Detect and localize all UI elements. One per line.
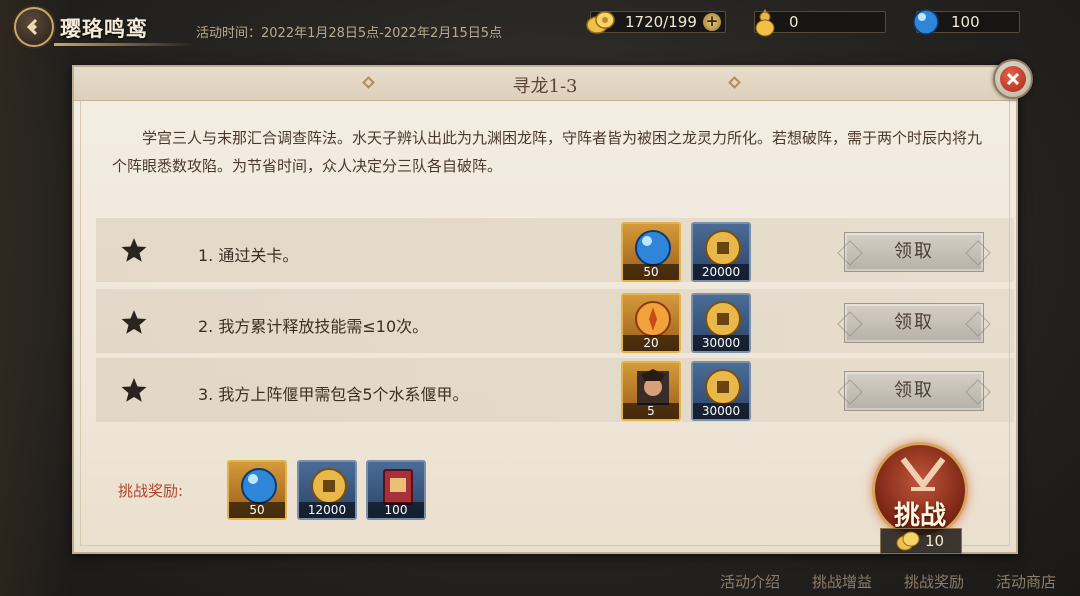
- gourd-icon: [755, 9, 775, 37]
- star-icon: [121, 238, 147, 262]
- event-time: 活动时间：2022年1月28日5点-2022年2月15日5点: [196, 26, 503, 41]
- story-text: 学宫三人与末那汇合调查阵法。水天子辨认出此为九渊困龙阵，守阵者皆为被困之龙灵力所…: [112, 129, 983, 175]
- back-button[interactable]: [14, 7, 54, 47]
- reward-item[interactable]: 5: [621, 361, 681, 421]
- resource-orb: 100: [913, 9, 1020, 35]
- exp-book-icon: [383, 469, 413, 505]
- close-button[interactable]: [993, 59, 1033, 99]
- reward-item[interactable]: 50: [227, 460, 287, 520]
- resource-value: 100: [951, 13, 980, 31]
- title-underline: [54, 43, 194, 46]
- resource-value: 1720/199: [625, 13, 697, 31]
- item-count: 30000: [693, 403, 749, 419]
- resource-value: 0: [789, 13, 799, 31]
- close-icon: [1000, 66, 1026, 92]
- panel-header: 寻龙1-3: [74, 67, 1016, 101]
- copper-coin-icon: [311, 468, 347, 504]
- item-count: 20000: [693, 264, 749, 280]
- character-fragment-icon: [637, 369, 669, 405]
- claim-button[interactable]: 领取: [844, 232, 984, 272]
- item-count: 5: [623, 403, 679, 419]
- background-fog: [0, 0, 72, 596]
- task-label: 1. 通过关卡。: [198, 246, 299, 265]
- copper-coin-icon: [705, 230, 741, 266]
- event-title: 璎珞鸣鸾: [60, 16, 148, 41]
- add-button[interactable]: +: [703, 13, 721, 31]
- gold-coins-icon: [896, 531, 920, 551]
- crossed-swords-icon: [900, 457, 946, 491]
- copper-coin-icon: [705, 301, 741, 337]
- reward-item[interactable]: 50: [621, 222, 681, 282]
- star-icon: [121, 310, 147, 334]
- copper-coin-icon: [705, 369, 741, 405]
- item-count: 100: [368, 502, 424, 518]
- item-count: 50: [229, 502, 285, 518]
- nav-challenge-buff[interactable]: 挑战增益: [812, 571, 872, 592]
- item-count: 20: [623, 335, 679, 351]
- item-count: 30000: [693, 335, 749, 351]
- claim-button[interactable]: 领取: [844, 371, 984, 411]
- nav-activity-intro[interactable]: 活动介绍: [720, 571, 780, 592]
- bottom-nav: 活动介绍 挑战增益 挑战奖励 活动商店: [714, 568, 1080, 596]
- challenge-cost: 10: [880, 528, 962, 554]
- reward-item[interactable]: 20000: [691, 222, 751, 282]
- resource-gourd: 0: [754, 9, 886, 37]
- task-label: 2. 我方累计释放技能需≤10次。: [198, 317, 429, 336]
- item-count: 50: [623, 264, 679, 280]
- reward-item[interactable]: 20: [621, 293, 681, 353]
- challenge-button[interactable]: 挑战: [872, 442, 968, 538]
- reward-item[interactable]: 100: [366, 460, 426, 520]
- event-header: 璎珞鸣鸾: [14, 7, 194, 49]
- panel-title: 寻龙1-3: [512, 76, 578, 97]
- star-icon: [121, 378, 147, 402]
- challenge-label: 挑战: [893, 501, 946, 531]
- reward-item[interactable]: 30000: [691, 293, 751, 353]
- resource-gold-ticket: 1720/199 +: [586, 11, 726, 34]
- gold-token-icon: [635, 301, 671, 337]
- back-arrow-icon: [26, 18, 38, 36]
- cost-value: 10: [925, 532, 945, 550]
- claim-button[interactable]: 领取: [844, 303, 984, 343]
- top-bar: 璎珞鸣鸾 活动时间：2022年1月28日5点-2022年2月15日5点 1720…: [0, 0, 1080, 50]
- nav-challenge-rewards[interactable]: 挑战奖励: [904, 571, 964, 592]
- blue-orb-icon: [913, 9, 939, 35]
- item-count: 12000: [299, 502, 355, 518]
- blue-orb-icon: [635, 230, 671, 266]
- task-label: 3. 我方上阵偃甲需包含5个水系偃甲。: [198, 385, 469, 404]
- reward-item[interactable]: 12000: [297, 460, 357, 520]
- challenge-rewards-label: 挑战奖励:: [118, 482, 184, 500]
- nav-activity-shop[interactable]: 活动商店: [996, 571, 1056, 592]
- gold-coins-icon: [586, 11, 615, 34]
- blue-orb-icon: [241, 468, 277, 504]
- reward-item[interactable]: 30000: [691, 361, 751, 421]
